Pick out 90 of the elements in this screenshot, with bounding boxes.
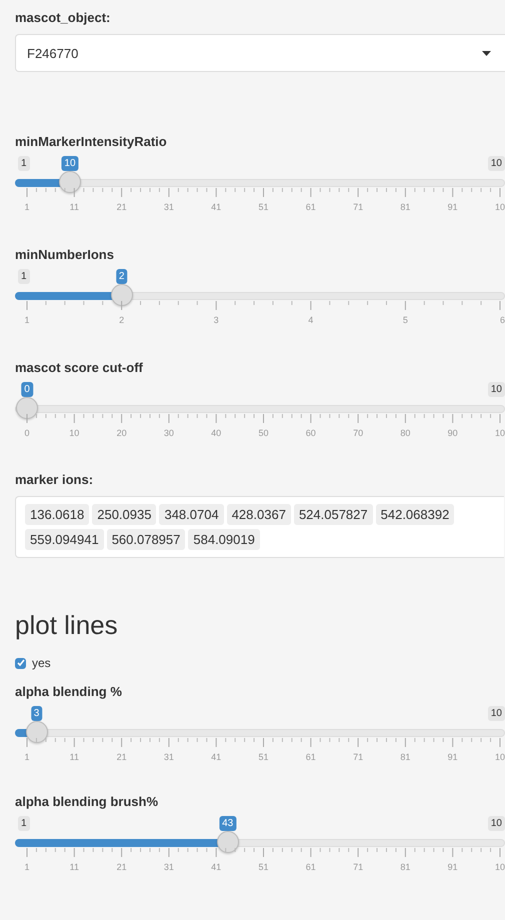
tick-label: 80 xyxy=(400,428,410,439)
tick-label: 71 xyxy=(353,202,364,213)
min-value-label: 1 xyxy=(18,816,30,831)
tick-label: 60 xyxy=(306,428,316,439)
checkbox[interactable] xyxy=(15,658,26,668)
slider-label: mascot score cut-off xyxy=(15,360,144,376)
tick-label: 71 xyxy=(353,752,364,763)
tag[interactable]: 524.057827 xyxy=(294,504,373,525)
slider-handle[interactable] xyxy=(16,397,38,419)
tick-label: 10 xyxy=(494,202,505,213)
tick-label: 10 xyxy=(69,428,80,439)
tag[interactable]: 542.068392 xyxy=(376,504,454,525)
tag[interactable]: 348.0704 xyxy=(159,504,224,525)
tick-label: 41 xyxy=(211,752,222,763)
current-value-label: 0 xyxy=(21,382,33,397)
slider-label: minNumberIons xyxy=(15,247,115,263)
slider-label: alpha blending % xyxy=(15,684,123,700)
dropdown[interactable]: F246770 xyxy=(15,34,505,72)
slider-handle[interactable] xyxy=(26,721,48,743)
tick-label: 1 xyxy=(24,315,30,326)
tick-label: 21 xyxy=(116,752,127,763)
current-value-label: 2 xyxy=(116,269,128,284)
tick-label: 70 xyxy=(353,428,364,439)
min-value-label: 1 xyxy=(18,269,30,284)
tick-label: 20 xyxy=(116,428,127,439)
tick-label: 11 xyxy=(70,862,79,873)
tag[interactable]: 584.09019 xyxy=(188,529,260,550)
tick-label: 50 xyxy=(258,428,268,439)
tick-label: 71 xyxy=(353,862,364,873)
max-value-label: 10 xyxy=(488,706,505,721)
max-value-label: 10 xyxy=(488,382,505,397)
tick-label: 91 xyxy=(448,202,458,213)
checkbox-label: yes xyxy=(32,656,51,670)
tick-label: 1 xyxy=(24,752,30,763)
tick-label: 91 xyxy=(448,752,458,763)
tick-label: 10 xyxy=(494,752,505,763)
slider-handle[interactable] xyxy=(58,171,81,193)
slider-handle[interactable] xyxy=(216,831,239,853)
tick-label: 0 xyxy=(24,428,30,439)
current-value-label: 10 xyxy=(61,156,79,171)
current-value-label: 3 xyxy=(30,706,42,721)
tick-label: 6 xyxy=(500,315,505,326)
slider-handle[interactable] xyxy=(110,284,133,306)
tick-label: 11 xyxy=(70,202,79,213)
tick-label: 1 xyxy=(24,862,30,873)
tick-label: 10 xyxy=(494,428,505,439)
tick-label: 41 xyxy=(211,862,222,873)
tag[interactable]: 428.0367 xyxy=(226,504,291,525)
slider-label: minMarkerIntensityRatio xyxy=(15,134,168,150)
tick-label: 11 xyxy=(70,752,79,763)
tick-label: 2 xyxy=(119,315,124,326)
section-heading: plot lines xyxy=(15,610,119,640)
tick-label: 30 xyxy=(164,428,174,439)
max-value-label: 10 xyxy=(488,156,505,171)
tick-label: 3 xyxy=(214,315,219,326)
tick-label: 81 xyxy=(400,862,410,873)
tick-label: 61 xyxy=(306,862,316,873)
tick-label: 31 xyxy=(164,752,174,763)
tick-label: 81 xyxy=(400,202,410,213)
tick-label: 91 xyxy=(448,862,458,873)
field-label: marker ions: xyxy=(15,472,94,488)
tick-label: 40 xyxy=(211,428,222,439)
tag[interactable]: 559.094941 xyxy=(25,529,104,550)
tick-label: 21 xyxy=(116,862,127,873)
tag-input[interactable]: 136.0618 250.0935 348.0704 428.0367 524.057827 542.068392 559.094941 560.078957 584.09019 xyxy=(15,496,504,558)
slider-track[interactable] xyxy=(15,405,505,413)
tick-label: 61 xyxy=(306,752,316,763)
field-label: mascot_object: xyxy=(15,10,112,26)
slider-label: alpha blending brush% xyxy=(15,794,160,810)
tick-label: 10 xyxy=(494,862,505,873)
tick-label: 21 xyxy=(116,202,127,213)
tick-label: 90 xyxy=(448,428,458,439)
tick-label: 51 xyxy=(258,752,268,763)
tag[interactable]: 136.0618 xyxy=(25,504,90,525)
tick-label: 4 xyxy=(308,315,314,326)
tick-label: 5 xyxy=(402,315,408,326)
tick-label: 81 xyxy=(400,752,410,763)
max-value-label: 10 xyxy=(488,816,505,831)
tick-label: 1 xyxy=(24,202,30,213)
caret-icon xyxy=(482,50,491,56)
tick-label: 61 xyxy=(306,202,316,213)
tick-label: 51 xyxy=(258,202,268,213)
current-value-label: 43 xyxy=(219,816,236,831)
tick-label: 31 xyxy=(164,202,174,213)
tag[interactable]: 250.0935 xyxy=(92,504,156,525)
min-value-label: 1 xyxy=(18,156,30,171)
tick-label: 51 xyxy=(258,862,268,873)
tick-label: 41 xyxy=(211,202,222,213)
tag[interactable]: 560.078957 xyxy=(106,529,186,550)
tick-label: 31 xyxy=(164,862,174,873)
